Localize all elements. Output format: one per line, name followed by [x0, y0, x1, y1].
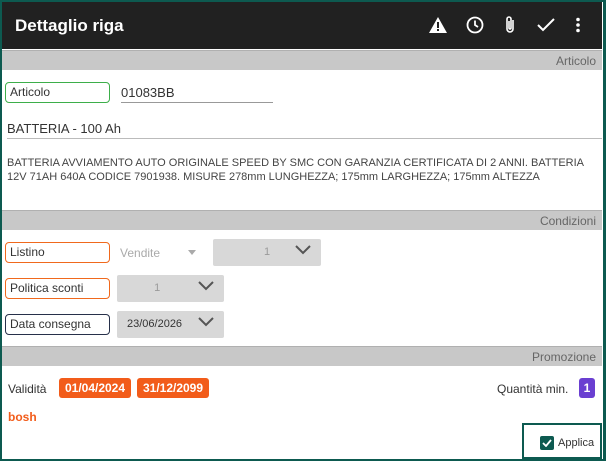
validita-label: Validità	[8, 382, 47, 396]
check-icon	[542, 439, 552, 447]
articolo-label: Articolo	[5, 82, 110, 103]
listino-dropdown-icon[interactable]	[188, 250, 196, 255]
more-vert-icon[interactable]	[567, 14, 589, 36]
section-header-promozione: Promozione	[2, 346, 602, 366]
data-consegna-value: 23/06/2026	[127, 318, 183, 330]
politica-sconti-value: 1	[154, 282, 161, 294]
chevron-down-icon	[198, 317, 214, 327]
page-title: Dettaglio riga	[15, 16, 124, 35]
data-consegna-select[interactable]: 23/06/2026	[117, 311, 224, 338]
section-header-condizioni: Condizioni	[2, 210, 602, 230]
quantita-min-label: Quantità min.	[497, 382, 569, 396]
paperclip-icon[interactable]	[499, 14, 521, 36]
date-from-badge: 01/04/2024	[59, 378, 131, 398]
applica-label[interactable]: Applica	[558, 437, 594, 449]
brand-label: bosh	[8, 410, 37, 424]
section-header-articolo: Articolo	[2, 50, 602, 70]
articolo-name: BATTERIA - 100 Ah	[7, 121, 121, 136]
clock-icon[interactable]	[464, 14, 486, 36]
data-consegna-label: Data consegna	[5, 314, 110, 335]
check-icon[interactable]	[535, 14, 557, 36]
articolo-description: BATTERIA AVVIAMENTO AUTO ORIGINALE SPEED…	[7, 157, 584, 183]
quantita-min-badge: 1	[579, 378, 595, 398]
date-to-badge: 31/12/2099	[137, 378, 209, 398]
politica-sconti-label: Politica sconti	[5, 278, 110, 299]
applica-checkbox[interactable]	[540, 436, 554, 450]
chevron-down-icon	[295, 245, 311, 255]
listino-number-select[interactable]: 1	[213, 239, 321, 266]
app-bar: Dettaglio riga	[2, 2, 602, 49]
articolo-code-input[interactable]: 01083BB	[121, 85, 273, 103]
warning-icon[interactable]	[427, 14, 449, 36]
listino-select[interactable]: Vendite	[120, 246, 160, 260]
chevron-down-icon	[198, 281, 214, 291]
name-underline	[7, 138, 602, 139]
politica-sconti-select[interactable]: 1	[117, 275, 224, 302]
listino-label: Listino	[5, 242, 110, 263]
